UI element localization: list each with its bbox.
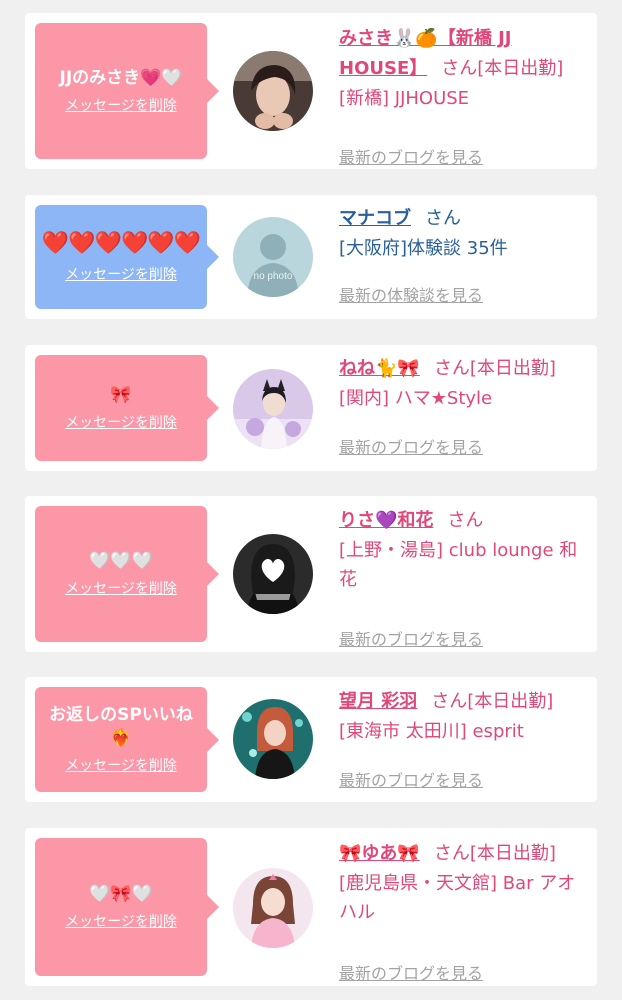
- message-card: 🤍🎀🤍 メッセージを削除 🎀ゆあ🎀 さん[本日出勤] [鹿児島県・天文館] Bar…: [25, 828, 597, 986]
- honorific: さん: [431, 691, 468, 712]
- message-bubble: 🤍🤍🤍 メッセージを削除: [35, 506, 219, 642]
- honorific: さん: [425, 208, 461, 229]
- message-card: ❤️❤️❤️❤️❤️❤️ メッセージを削除 no photo マナコブ さん [大…: [25, 195, 597, 319]
- view-blog-link[interactable]: 最新のブログを見る: [339, 960, 483, 984]
- message-card: 🤍🤍🤍 メッセージを削除 りさ💜和花 さん [上野・湯島] club lounge…: [25, 496, 597, 652]
- delete-message-link[interactable]: メッセージを削除: [65, 911, 177, 931]
- view-reviews-link[interactable]: 最新の体験談を見る: [339, 282, 483, 306]
- honorific: さん: [433, 358, 470, 379]
- profile-info: りさ💜和花 さん [上野・湯島] club lounge 和花 最新のブログを見る: [339, 506, 589, 649]
- view-blog-link[interactable]: 最新のブログを見る: [339, 434, 483, 458]
- avatar[interactable]: [233, 51, 313, 131]
- view-blog-link[interactable]: 最新のブログを見る: [339, 144, 483, 168]
- message-text: ❤️❤️❤️❤️❤️❤️: [41, 230, 201, 256]
- profile-info: マナコブ さん [大阪府]体験談 35件 最新の体験談を見る: [339, 204, 589, 305]
- profile-name-link[interactable]: 🎀ゆあ🎀: [339, 843, 420, 864]
- profile-info: 🎀ゆあ🎀 さん[本日出勤] [鹿児島県・天文館] Bar アオハル 最新のブログを…: [339, 839, 589, 983]
- message-text: 🤍🎀🤍: [89, 883, 153, 904]
- shop-info: [東海市 太田川] esprit: [339, 721, 524, 742]
- delete-message-link[interactable]: メッセージを削除: [65, 755, 177, 775]
- status-badge: [本日出勤]: [467, 691, 554, 712]
- message-card: JJのみさき💗🤍 メッセージを削除 みさき🐰🍊【新橋 JJ HOUSE】 さん[本…: [25, 13, 597, 169]
- avatar[interactable]: [233, 534, 313, 614]
- profile-info: ねね🐈🎀 さん[本日出勤] [関内] ハマ★Style 最新のブログを見る: [339, 354, 589, 457]
- shop-info: [鹿児島県・天文館] Bar アオハル: [339, 873, 576, 923]
- honorific: さん: [447, 510, 484, 531]
- profile-info: 望月 彩羽 さん[本日出勤] [東海市 太田川] esprit 最新のブログを見る: [339, 687, 589, 790]
- message-text: お返しのSPいいね❤️‍🔥: [49, 705, 193, 748]
- shop-info: [関内] ハマ★Style: [339, 388, 493, 409]
- avatar[interactable]: [233, 699, 313, 779]
- message-text: 🤍🤍🤍: [89, 550, 153, 571]
- shop-info: [新橋] JJHOUSE: [339, 88, 470, 109]
- message-bubble: 🤍🎀🤍 メッセージを削除: [35, 838, 219, 976]
- review-count: [大阪府]体験談 35件: [339, 238, 508, 259]
- status-badge: [本日出勤]: [469, 843, 556, 864]
- message-bubble: お返しのSPいいね❤️‍🔥 メッセージを削除: [35, 687, 219, 792]
- delete-message-link[interactable]: メッセージを削除: [65, 578, 177, 598]
- avatar[interactable]: [233, 868, 313, 948]
- avatar[interactable]: no photo: [233, 217, 313, 297]
- view-blog-link[interactable]: 最新のブログを見る: [339, 626, 483, 650]
- message-text: JJのみさき💗🤍: [59, 67, 183, 88]
- delete-message-link[interactable]: メッセージを削除: [65, 412, 177, 432]
- message-bubble: JJのみさき💗🤍 メッセージを削除: [35, 23, 219, 159]
- delete-message-link[interactable]: メッセージを削除: [65, 95, 177, 115]
- profile-name-link[interactable]: マナコブ: [339, 208, 411, 229]
- avatar[interactable]: [233, 369, 313, 449]
- profile-name-link[interactable]: りさ💜和花: [339, 510, 433, 531]
- status-badge: [本日出勤]: [477, 58, 564, 79]
- profile-name-link[interactable]: 望月 彩羽: [339, 691, 417, 712]
- message-card: 🎀 メッセージを削除 ねね🐈🎀 さん[本日出勤] [関内] ハマ★Style 最新…: [25, 345, 597, 471]
- message-card: お返しのSPいいね❤️‍🔥 メッセージを削除 望月 彩羽 さん[本日出勤] [東海…: [25, 677, 597, 802]
- message-text: 🎀: [110, 384, 132, 405]
- honorific: さん: [433, 843, 470, 864]
- profile-info: みさき🐰🍊【新橋 JJ HOUSE】 さん[本日出勤] [新橋] JJHOUSE …: [339, 24, 589, 167]
- view-blog-link[interactable]: 最新のブログを見る: [339, 767, 483, 791]
- message-bubble: ❤️❤️❤️❤️❤️❤️ メッセージを削除: [35, 205, 219, 309]
- no-photo-label: no photo: [254, 271, 293, 282]
- profile-name-link[interactable]: ねね🐈🎀: [339, 358, 420, 379]
- status-badge: [本日出勤]: [469, 358, 556, 379]
- shop-info: [上野・湯島] club lounge 和花: [339, 540, 578, 590]
- message-bubble: 🎀 メッセージを削除: [35, 355, 219, 461]
- delete-message-link[interactable]: メッセージを削除: [65, 264, 177, 284]
- honorific: さん: [441, 58, 478, 79]
